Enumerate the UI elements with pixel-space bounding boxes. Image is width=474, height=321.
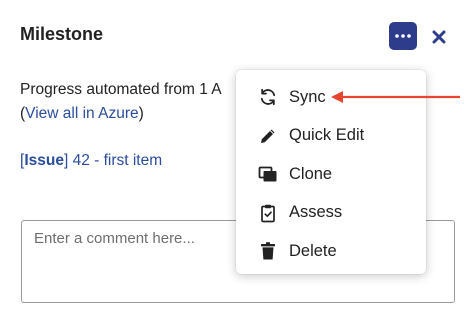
milestone-panel: Milestone Progress automated from 1 A (V… (0, 0, 474, 321)
menu-item-clone[interactable]: Clone (236, 155, 426, 194)
issue-tag: Issue (24, 152, 64, 169)
progress-text: Progress automated from 1 A (20, 81, 222, 98)
issue-text: 42 - first item (68, 152, 163, 169)
clipboard-check-icon (258, 203, 278, 223)
view-all-in-azure-link[interactable]: View all in Azure (25, 105, 138, 122)
close-button[interactable] (428, 26, 450, 48)
menu-item-label: Sync (289, 87, 326, 106)
view-all-line: (View all in Azure) (20, 102, 236, 126)
menu-item-label: Clone (289, 164, 333, 183)
close-x-icon (432, 30, 446, 44)
clone-icon (258, 164, 278, 184)
pencil-icon (258, 126, 278, 146)
more-horizontal-icon (395, 34, 411, 38)
paren-close: ) (138, 105, 144, 122)
more-options-button[interactable] (389, 22, 417, 50)
linked-issue-link[interactable]: [Issue] 42 - first item (20, 150, 162, 172)
trash-icon (258, 241, 278, 261)
menu-item-label: Delete (289, 241, 337, 260)
menu-item-assess[interactable]: Assess (236, 194, 426, 233)
progress-description: Progress automated from 1 A (View all in… (20, 78, 236, 126)
menu-item-label: Quick Edit (289, 126, 365, 145)
menu-item-delete[interactable]: Delete (236, 232, 426, 271)
sync-icon (258, 87, 278, 107)
annotation-arrow-icon (331, 91, 460, 103)
panel-title: Milestone (20, 24, 104, 44)
menu-item-label: Assess (289, 203, 343, 222)
menu-item-quick-edit[interactable]: Quick Edit (236, 117, 426, 156)
